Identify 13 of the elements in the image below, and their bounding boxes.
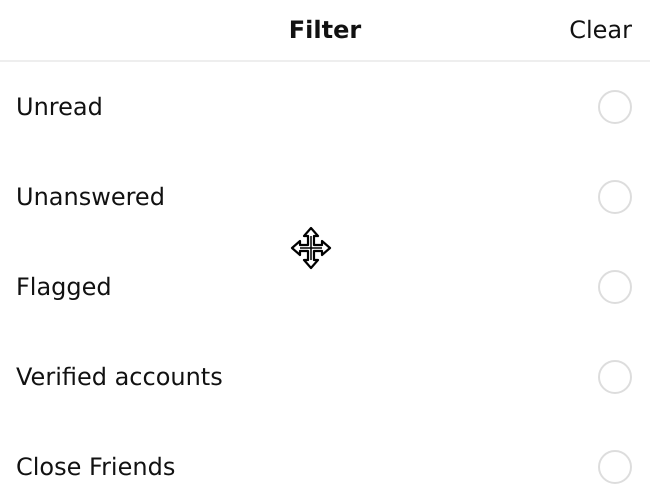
filter-option-label: Unanswered: [16, 183, 165, 211]
radio-button[interactable]: [598, 90, 632, 124]
radio-button[interactable]: [598, 180, 632, 214]
filter-option-label: Verified accounts: [16, 363, 223, 391]
move-cursor-icon: [290, 226, 332, 270]
header-title: Filter: [288, 16, 362, 44]
radio-button[interactable]: [598, 270, 632, 304]
clear-button[interactable]: Clear: [569, 16, 632, 44]
radio-button[interactable]: [598, 450, 632, 484]
radio-button[interactable]: [598, 360, 632, 394]
filter-option-label: Unread: [16, 93, 103, 121]
filter-option-label: Close Friends: [16, 453, 176, 481]
filter-option-label: Flagged: [16, 273, 112, 301]
